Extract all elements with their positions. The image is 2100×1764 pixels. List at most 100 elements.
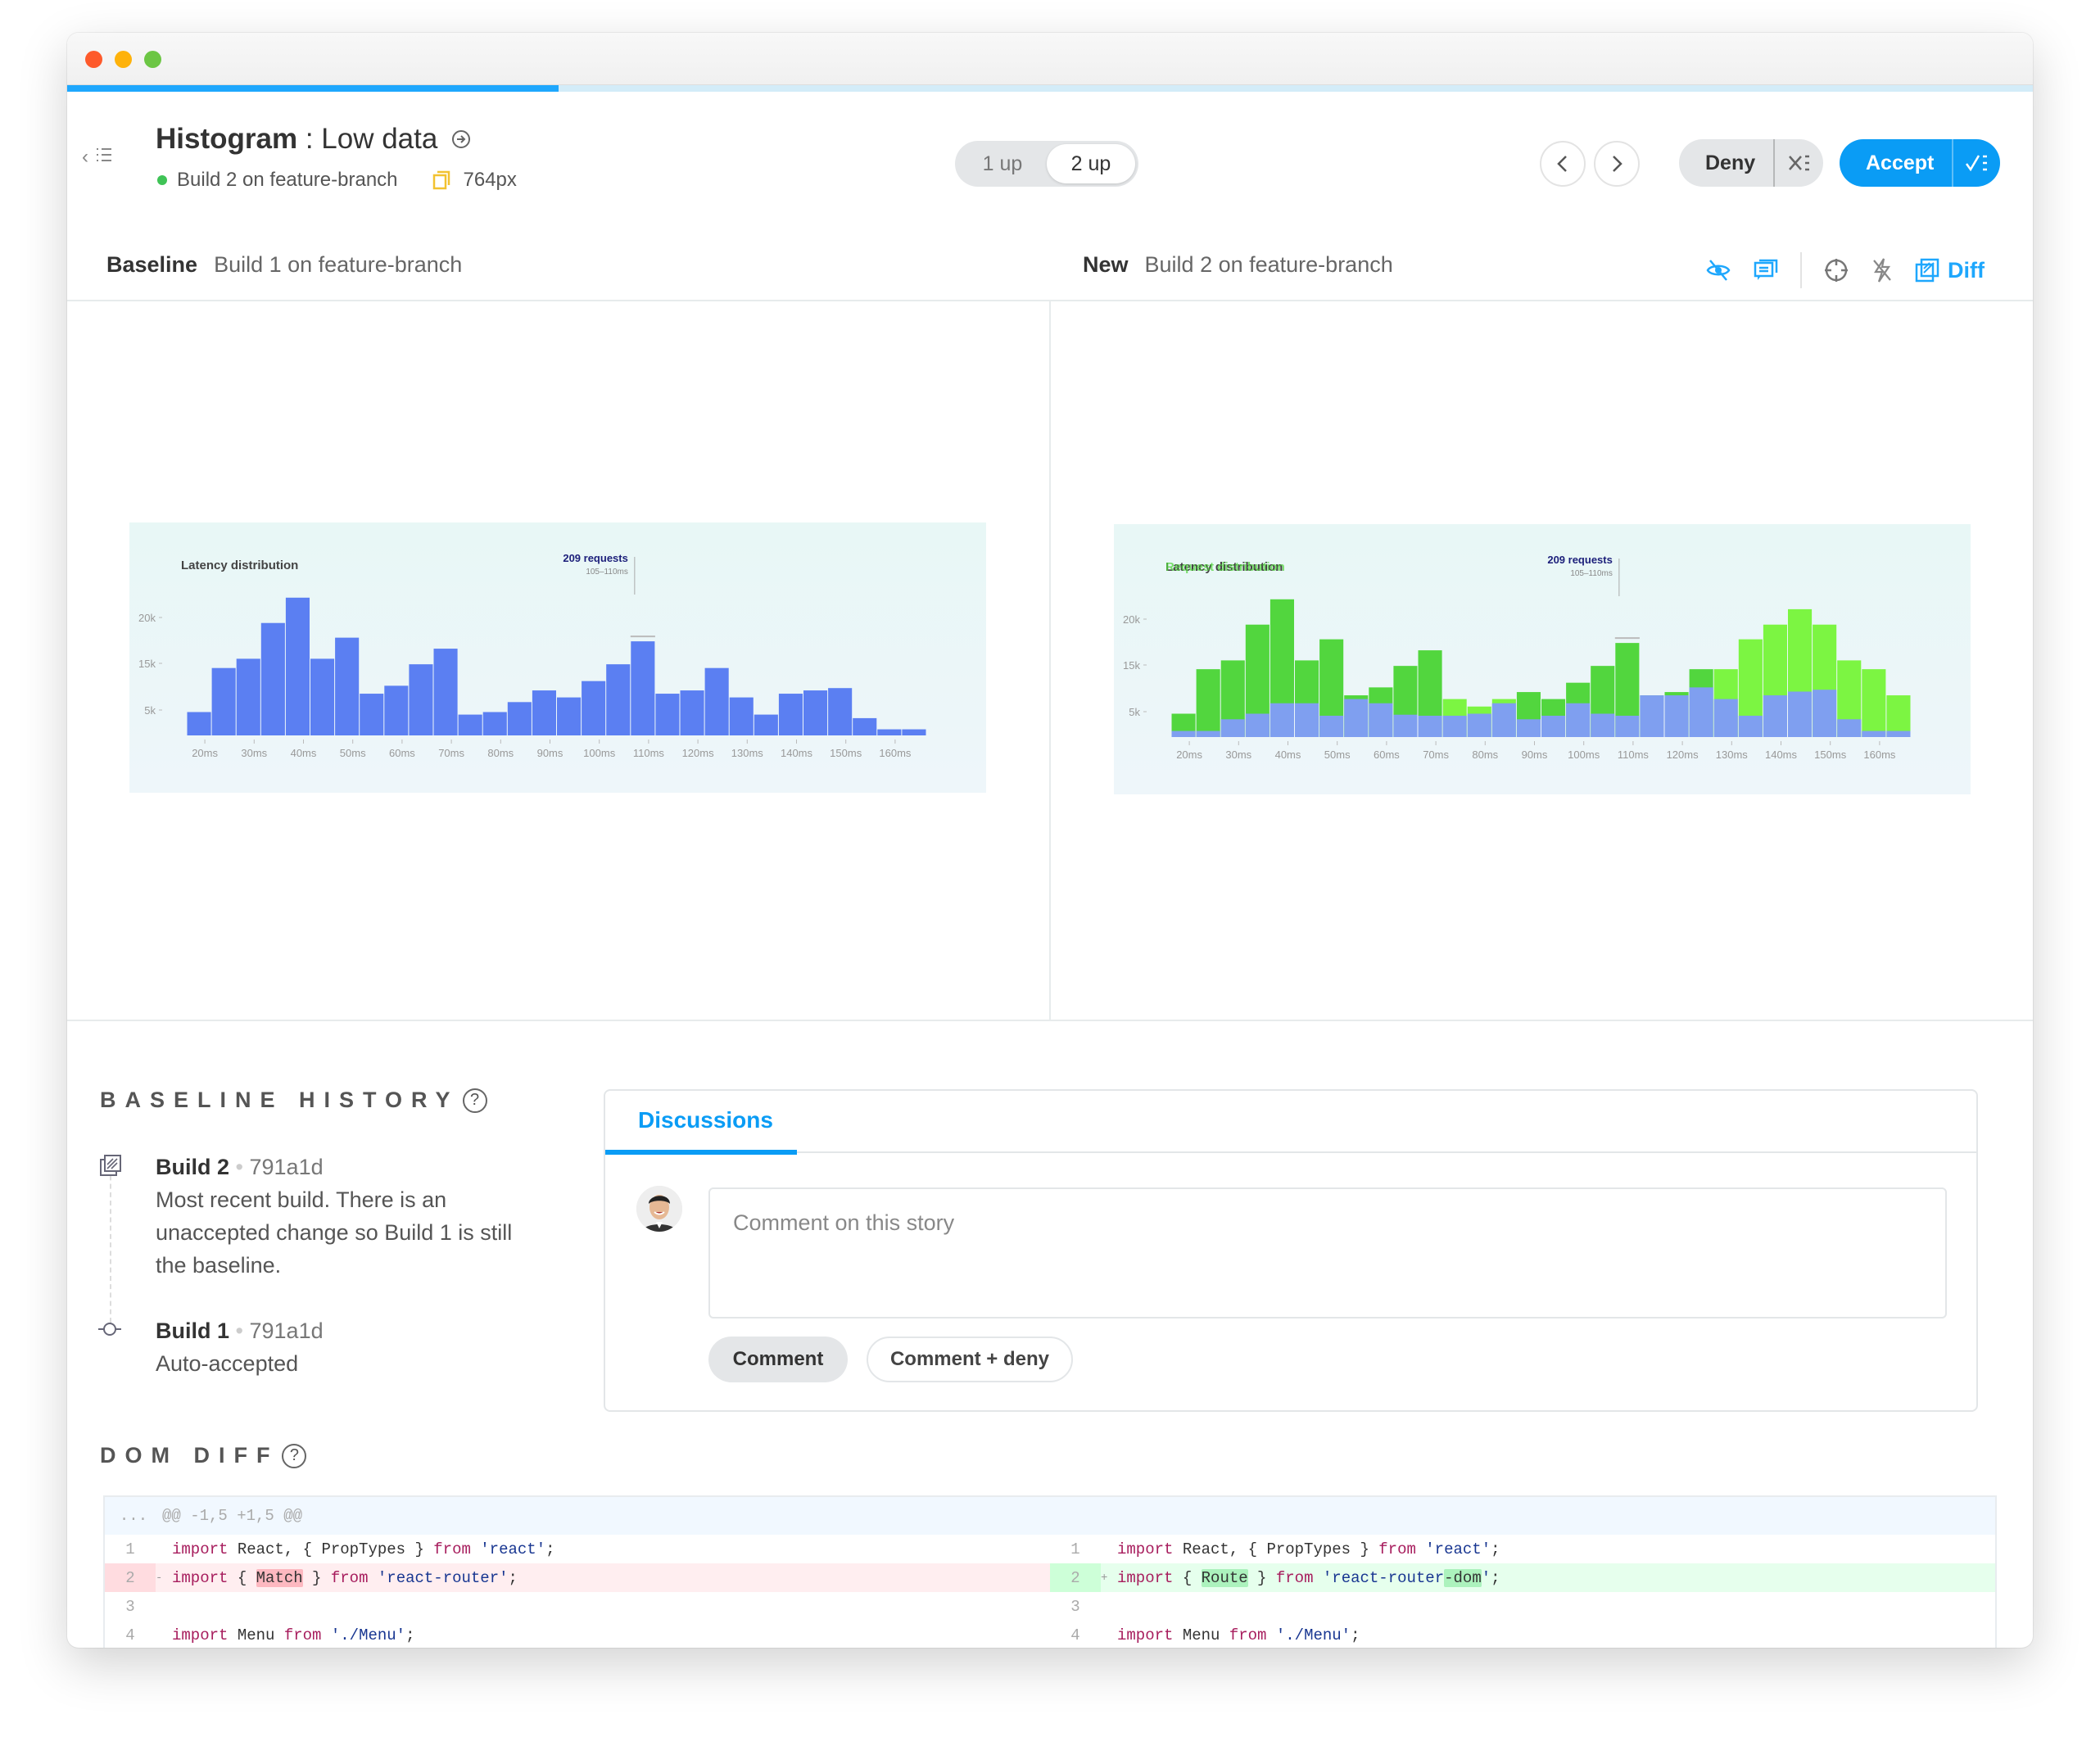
chart-title-diff: Request distribution: [1165, 560, 1285, 574]
comments-icon[interactable]: [1753, 258, 1779, 283]
previous-story-button[interactable]: [1540, 141, 1586, 187]
code-token: ;: [1351, 1626, 1360, 1644]
accept-button[interactable]: Accept: [1840, 139, 1952, 187]
x-tick-label: 150ms: [830, 747, 862, 759]
line-number[interactable]: 2: [105, 1563, 156, 1592]
minimize-window-button[interactable]: [115, 51, 132, 68]
histogram-bar: [1689, 687, 1713, 737]
code-token: ;: [1491, 1540, 1500, 1558]
diff-right: 4 import Menu from './Menu';: [1050, 1621, 1995, 1648]
build-name[interactable]: Build 2: [156, 1155, 229, 1179]
comment-deny-button[interactable]: Comment + deny: [867, 1337, 1073, 1382]
toggle-2-up[interactable]: 2 up: [1047, 144, 1135, 183]
x-tick-label: 110ms: [633, 747, 665, 759]
diff-label: Diff: [1948, 257, 1985, 283]
dom-diff-table: ... @@ -1,5 +1,5 @@ 1 import React, { Prop…: [103, 1495, 1997, 1648]
histogram-bar: [507, 702, 532, 735]
history-description: unaccepted change so Build 1 is still: [156, 1220, 513, 1245]
x-tick-label: 20ms: [1176, 749, 1202, 761]
diff-bar: [1886, 695, 1911, 737]
crosshair-icon[interactable]: [1823, 257, 1849, 283]
x-tick-label: 50ms: [340, 747, 366, 759]
help-icon[interactable]: ?: [282, 1443, 307, 1468]
chevron-left-icon: ‹: [82, 146, 88, 168]
x-tick-label: 20ms: [192, 747, 218, 759]
line-number[interactable]: 2: [1050, 1563, 1101, 1592]
diff-toggle[interactable]: Diff: [1915, 258, 1985, 283]
histogram-bar: [754, 714, 778, 735]
baseline-label: Baseline: [106, 252, 198, 277]
x-tick-label: 130ms: [1716, 749, 1749, 761]
heading-text: DOM DIFF: [100, 1443, 279, 1468]
diff-left: 3: [105, 1592, 1050, 1621]
expand-hunk-button[interactable]: ...: [105, 1507, 162, 1525]
line-number[interactable]: 1: [1050, 1535, 1101, 1563]
histogram-bar: [384, 685, 409, 735]
page-title: Histogram : Low data: [156, 123, 472, 156]
histogram-bar: [335, 637, 360, 735]
chart-title: Latency distribution: [181, 559, 298, 572]
x-tick-label: 60ms: [389, 747, 415, 759]
close-window-button[interactable]: [85, 51, 102, 68]
code-token: {: [1173, 1568, 1202, 1587]
histogram-bar: [482, 712, 507, 735]
tab-discussions[interactable]: Discussions: [638, 1107, 773, 1133]
tooltip-title: 209 requests: [1547, 554, 1613, 566]
line-number[interactable]: 3: [1050, 1592, 1101, 1621]
x-tick-label: 160ms: [1863, 749, 1896, 761]
histogram-bar: [877, 729, 902, 735]
line-number[interactable]: 4: [105, 1621, 156, 1648]
line-number[interactable]: 4: [1050, 1621, 1101, 1648]
accept-batch-button[interactable]: [1952, 139, 2000, 187]
y-tick-label: 20k: [1123, 613, 1140, 626]
comment-input[interactable]: [708, 1187, 1947, 1318]
dom-diff-heading: DOM DIFF?: [100, 1443, 307, 1468]
comment-button[interactable]: Comment: [708, 1337, 848, 1382]
deny-button-group: Deny: [1679, 139, 1823, 187]
new-snapshot: Latency distribution Request distribution…: [1114, 524, 1971, 794]
histogram-bar: [1763, 695, 1787, 737]
diff-right: 1 import React, { PropTypes } from 'react…: [1050, 1535, 1995, 1563]
toggle-1-up[interactable]: 1 up: [958, 144, 1047, 183]
help-icon[interactable]: ?: [462, 1088, 487, 1113]
code-line: import Menu from './Menu';: [172, 1626, 414, 1644]
next-story-button[interactable]: [1594, 141, 1640, 187]
new-label: New: [1083, 252, 1129, 277]
histogram-bar: [1442, 715, 1467, 737]
code-token: 'react': [1425, 1540, 1491, 1558]
histogram-bar: [606, 664, 631, 735]
back-to-list-button[interactable]: ‹: [82, 146, 113, 169]
code-token: from: [330, 1568, 369, 1587]
y-tick-label: 5k: [144, 704, 156, 717]
build-name[interactable]: Build 1: [156, 1318, 229, 1343]
x-tick-label: 100ms: [583, 747, 616, 759]
x-tick-label: 40ms: [1275, 749, 1301, 761]
x-tick-label: 50ms: [1324, 749, 1351, 761]
histogram-bar: [803, 690, 828, 735]
x-tick-label: 70ms: [1423, 749, 1449, 761]
line-number[interactable]: 3: [105, 1592, 156, 1621]
x-tick-label: 140ms: [1765, 749, 1798, 761]
x-tick-label: 130ms: [731, 747, 764, 759]
story-name: Low data: [321, 123, 438, 155]
arrow-right-circle-icon[interactable]: [450, 129, 472, 150]
x-tick-label: 160ms: [879, 747, 912, 759]
accept-button-group: Accept: [1840, 139, 2000, 187]
code-token: import: [1117, 1568, 1174, 1587]
histogram-bar: [285, 597, 310, 735]
eye-off-icon[interactable]: [1705, 258, 1731, 283]
build-sha: 791a1d: [249, 1155, 324, 1179]
x-tick-label: 30ms: [1225, 749, 1251, 761]
zoom-window-button[interactable]: [144, 51, 161, 68]
line-number[interactable]: 1: [105, 1535, 156, 1563]
code-token: 'react-router': [377, 1568, 509, 1587]
strobe-off-icon[interactable]: [1871, 257, 1894, 283]
histogram-bar: [680, 690, 704, 735]
code-token: from: [1275, 1568, 1314, 1587]
histogram-bar: [1591, 713, 1615, 737]
deny-button[interactable]: Deny: [1679, 139, 1773, 187]
deny-batch-button[interactable]: [1773, 139, 1823, 187]
code-token: 'react-router: [1322, 1568, 1445, 1587]
